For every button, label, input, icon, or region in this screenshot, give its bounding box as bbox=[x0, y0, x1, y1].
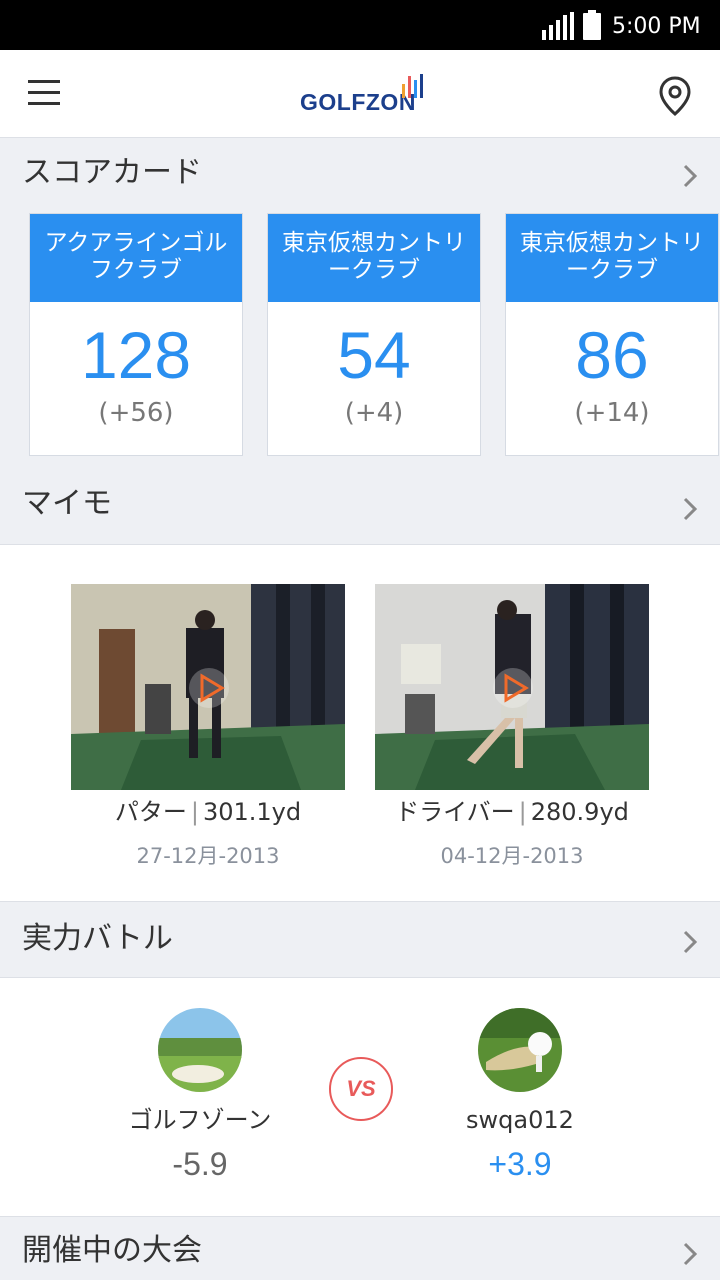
video-thumbnail[interactable] bbox=[375, 584, 649, 790]
course-name: 東京仮想カントリークラブ bbox=[268, 214, 480, 302]
location-pin-icon[interactable] bbox=[658, 76, 692, 116]
chevron-right-icon bbox=[683, 1242, 698, 1266]
player-score: +3.9 bbox=[488, 1146, 552, 1182]
golf-ball-avatar-image bbox=[478, 1008, 562, 1092]
video-date: 04-12月-2013 bbox=[440, 844, 584, 868]
club-name: ドライバー bbox=[395, 798, 515, 826]
separator: | bbox=[518, 798, 527, 826]
status-bar: 5:00 PM bbox=[0, 0, 720, 50]
logo-bars-icon bbox=[402, 74, 423, 98]
chevron-right-icon bbox=[683, 930, 698, 954]
mymo-header[interactable]: マイモ bbox=[0, 470, 720, 544]
player-score: -5.9 bbox=[172, 1146, 228, 1182]
scorecard-card[interactable]: 東京仮想カントリークラブ 86 (+14) bbox=[505, 213, 719, 456]
play-icon bbox=[493, 668, 533, 708]
card-diff: (+56) bbox=[98, 398, 174, 428]
video-label: ドライバー | 280.9yd bbox=[375, 796, 649, 828]
battle-title: 実力バトル bbox=[22, 921, 173, 956]
battery-icon bbox=[583, 10, 601, 40]
tournament-title: 開催中の大会 bbox=[22, 1233, 202, 1268]
scorecard-card[interactable]: 東京仮想カントリークラブ 54 (+4) bbox=[267, 213, 481, 456]
golf-course-avatar-image bbox=[158, 1008, 242, 1092]
card-score: 86 bbox=[575, 318, 649, 392]
tournament-header[interactable]: 開催中の大会 bbox=[0, 1217, 720, 1280]
menu-icon bbox=[28, 80, 62, 105]
course-name: アクアラインゴルフクラブ bbox=[30, 214, 242, 302]
distance: 301.1yd bbox=[202, 798, 302, 826]
chevron-right-icon bbox=[683, 164, 698, 188]
scorecard-card[interactable]: アクアラインゴルフクラブ 128 (+56) bbox=[29, 213, 243, 456]
scorecard-title: スコアカード bbox=[22, 155, 202, 190]
vs-badge: VS bbox=[329, 1057, 393, 1121]
player-name: swqa012 bbox=[466, 1106, 574, 1134]
battle-header[interactable]: 実力バトル bbox=[0, 903, 720, 977]
menu-button[interactable] bbox=[28, 80, 62, 108]
video-thumbnail[interactable] bbox=[71, 584, 345, 790]
chevron-right-icon bbox=[683, 497, 698, 521]
logo-text: GOLFZON bbox=[300, 89, 416, 115]
card-diff: (+4) bbox=[344, 398, 404, 428]
card-diff: (+14) bbox=[574, 398, 650, 428]
golfzon-logo: GOLFZON bbox=[300, 72, 425, 118]
video-label: パター | 301.1yd bbox=[71, 796, 345, 828]
status-time: 5:00 PM bbox=[612, 14, 701, 39]
video-date: 27-12月-2013 bbox=[136, 844, 280, 868]
card-score: 128 bbox=[80, 318, 192, 392]
avatar[interactable] bbox=[158, 1008, 242, 1092]
club-name: パター bbox=[114, 798, 187, 826]
card-score: 54 bbox=[337, 318, 411, 392]
app-bar: GOLFZON bbox=[0, 50, 720, 138]
separator: | bbox=[190, 798, 199, 826]
mymo-title: マイモ bbox=[22, 486, 112, 521]
course-name: 東京仮想カントリークラブ bbox=[506, 214, 718, 302]
avatar[interactable] bbox=[478, 1008, 562, 1092]
signal-icon bbox=[542, 12, 574, 40]
play-icon bbox=[189, 668, 229, 708]
scorecard-header[interactable]: スコアカード bbox=[0, 139, 720, 213]
player-name: ゴルフゾーン bbox=[128, 1106, 272, 1134]
distance: 280.9yd bbox=[530, 798, 629, 826]
